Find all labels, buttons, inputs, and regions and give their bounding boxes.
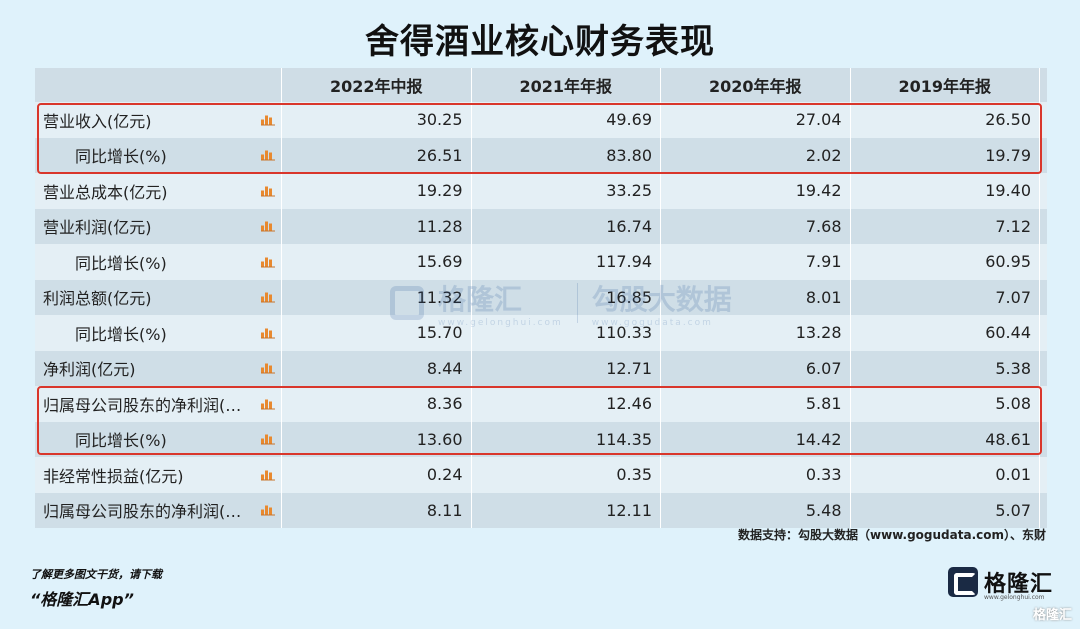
table-row: 净利润(亿元) 8.44 12.71 6.07 5.38 xyxy=(35,350,1047,386)
value-cell: 7.07 xyxy=(851,279,1040,315)
value-cell: 110.33 xyxy=(472,315,661,351)
value-cell: 7.68 xyxy=(661,208,851,244)
value-cell: 33.25 xyxy=(472,173,661,209)
header-cell-2020: 2020年年报 xyxy=(661,68,851,102)
row-label: 非经常性损益(亿元) xyxy=(43,466,184,486)
value-cell: 0.24 xyxy=(282,457,472,493)
value-cell: 8.44 xyxy=(282,350,472,386)
row-label: 营业总成本(亿元) xyxy=(43,182,168,202)
row-label-cell: 营业利润(亿元) xyxy=(35,208,282,244)
row-label-cell: 同比增长(%) xyxy=(35,244,282,280)
table-row: 营业总成本(亿元) 19.29 33.25 19.42 19.40 xyxy=(35,173,1047,209)
value-cell: 60.44 xyxy=(851,315,1040,351)
value-cell: 8.01 xyxy=(661,279,851,315)
bar-chart-icon[interactable] xyxy=(261,505,275,516)
value-cell: 19.29 xyxy=(282,173,472,209)
value-cell: 19.42 xyxy=(661,173,851,209)
value-cell: 11.28 xyxy=(282,208,472,244)
value-cell: 0.33 xyxy=(661,457,851,493)
value-cell: 11.32 xyxy=(282,279,472,315)
bar-chart-icon[interactable] xyxy=(261,363,275,374)
value-cell: 60.95 xyxy=(851,244,1040,280)
header-cell-2022h1: 2022年中报 xyxy=(282,68,472,102)
promo-line-1: 了解更多图文干货，请下载 xyxy=(30,568,162,581)
value-cell: 12.71 xyxy=(472,350,661,386)
table-header-row: 2022年中报 2021年年报 2020年年报 2019年年报 xyxy=(35,68,1047,102)
highlight-box-net-profit xyxy=(37,386,1042,455)
value-cell: 6.07 xyxy=(661,350,851,386)
value-cell: 117.94 xyxy=(472,244,661,280)
bar-chart-icon[interactable] xyxy=(261,292,275,303)
data-source: 数据支持：勾股大数据（www.gogudata.com）、东财 xyxy=(738,528,1046,542)
row-label: 营业利润(亿元) xyxy=(43,218,152,238)
row-label-cell: 归属母公司股东的净利润(… xyxy=(35,492,282,528)
header-cell-label xyxy=(35,68,282,102)
value-cell: 19.40 xyxy=(851,173,1040,209)
value-cell: 5.38 xyxy=(851,350,1040,386)
promo-line-2: “格隆汇App” xyxy=(30,590,134,609)
highlight-box-revenue xyxy=(37,103,1042,174)
bar-chart-icon[interactable] xyxy=(261,185,275,197)
value-cell: 7.91 xyxy=(661,244,851,280)
table-row: 营业利润(亿元) 11.28 16.74 7.68 7.12 xyxy=(35,208,1047,244)
table-row: 归属母公司股东的净利润(… 8.11 12.11 5.48 5.07 xyxy=(35,492,1047,528)
row-label: 归属母公司股东的净利润(… xyxy=(43,502,242,522)
brand-logo-icon xyxy=(948,567,978,597)
bar-chart-icon[interactable] xyxy=(261,469,275,481)
row-label: 同比增长(%) xyxy=(75,324,167,344)
bar-chart-icon[interactable] xyxy=(261,327,275,339)
row-label-cell: 净利润(亿元) xyxy=(35,350,282,386)
value-cell: 0.01 xyxy=(851,457,1040,493)
value-cell: 16.74 xyxy=(472,208,661,244)
value-cell: 12.11 xyxy=(472,492,661,528)
corner-watermark: 格隆汇 xyxy=(1032,608,1072,623)
table-row: 同比增长(%) 15.69 117.94 7.91 60.95 xyxy=(35,244,1047,280)
value-cell: 15.70 xyxy=(282,315,472,351)
bar-chart-icon[interactable] xyxy=(261,256,275,268)
row-label: 净利润(亿元) xyxy=(43,360,136,380)
value-cell: 5.07 xyxy=(851,492,1040,528)
value-cell: 0.35 xyxy=(472,457,661,493)
row-label-cell: 利润总额(亿元) xyxy=(35,279,282,315)
table-row: 同比增长(%) 15.70 110.33 13.28 60.44 xyxy=(35,315,1047,351)
page-title: 舍得酒业核心财务表现 xyxy=(365,22,715,62)
brand-logo: 格隆汇 www.gelonghui.com xyxy=(948,566,1053,601)
value-cell: 7.12 xyxy=(851,208,1040,244)
row-label-cell: 非经常性损益(亿元) xyxy=(35,457,282,493)
bar-chart-icon[interactable] xyxy=(261,221,275,232)
header-cell-2021: 2021年年报 xyxy=(472,68,661,102)
value-cell: 5.48 xyxy=(661,492,851,528)
row-label: 同比增长(%) xyxy=(75,253,167,273)
value-cell: 13.28 xyxy=(661,315,851,351)
header-cell-2019: 2019年年报 xyxy=(851,68,1040,102)
row-label-cell: 同比增长(%) xyxy=(35,315,282,351)
value-cell: 15.69 xyxy=(282,244,472,280)
value-cell: 8.11 xyxy=(282,492,472,528)
row-label: 利润总额(亿元) xyxy=(43,289,152,309)
value-cell: 16.85 xyxy=(472,279,661,315)
table-row: 非经常性损益(亿元) 0.24 0.35 0.33 0.01 xyxy=(35,457,1047,493)
brand-sub: www.gelonghui.com xyxy=(984,594,1045,601)
row-label-cell: 营业总成本(亿元) xyxy=(35,173,282,209)
table-row: 利润总额(亿元) 11.32 16.85 8.01 7.07 xyxy=(35,279,1047,315)
